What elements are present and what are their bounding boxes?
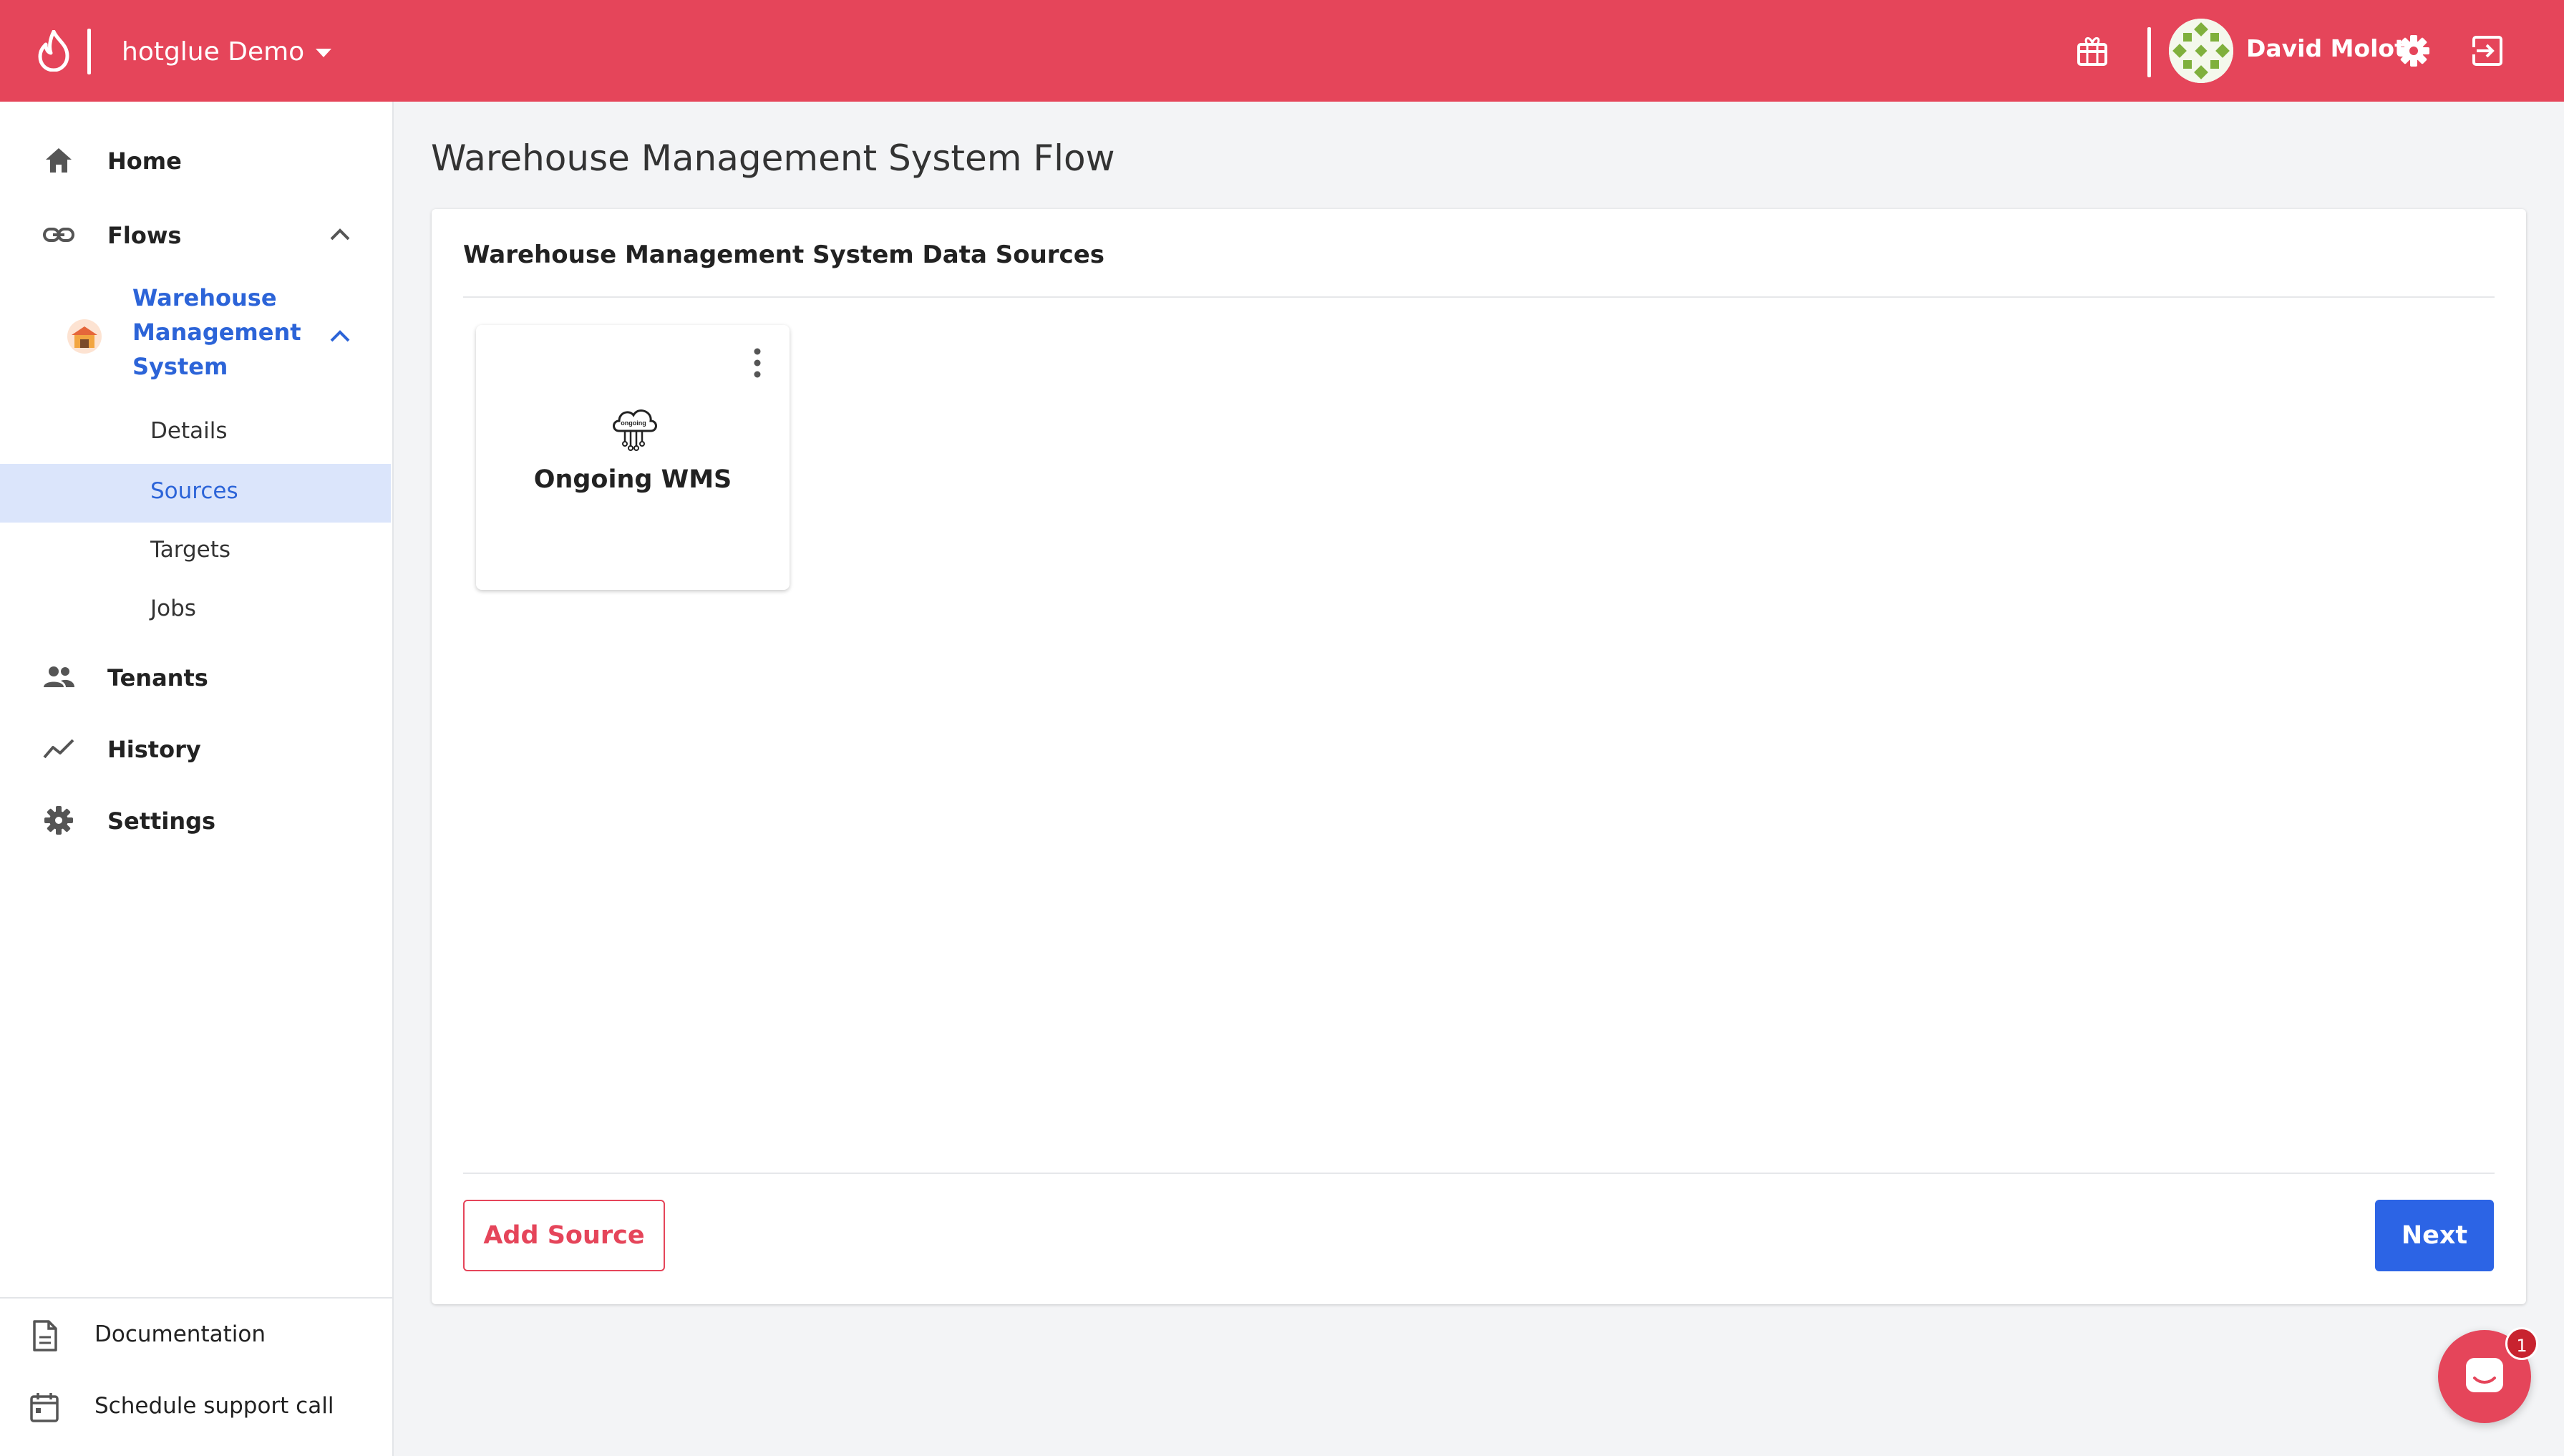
trend-line-icon <box>43 739 74 759</box>
schedule-support-call-link[interactable]: Schedule support call <box>0 1379 392 1436</box>
sidebar-divider <box>0 1297 392 1299</box>
sidebar-subitem-details[interactable]: Details <box>0 404 391 462</box>
card-divider-bottom <box>463 1173 2495 1174</box>
flow-label-line: Warehouse <box>132 284 277 311</box>
subitem-label: Sources <box>150 478 238 504</box>
sidebar-item-home[interactable]: Home <box>0 132 392 189</box>
card-divider-top <box>463 296 2495 298</box>
sidebar-subitem-jobs[interactable]: Jobs <box>0 581 391 640</box>
chat-notification-badge: 1 <box>2505 1327 2538 1360</box>
sidebar-item-label: Tenants <box>107 664 208 691</box>
home-icon <box>46 148 72 173</box>
documentation-link[interactable]: Documentation <box>0 1307 392 1364</box>
gift-icon[interactable] <box>2073 31 2112 70</box>
sidebar-subitem-targets[interactable]: Targets <box>0 523 391 581</box>
support-call-label: Schedule support call <box>94 1393 334 1419</box>
subitem-label: Targets <box>150 537 231 563</box>
flow-label-line: System <box>132 353 228 380</box>
source-tile[interactable]: ongoing Ongoing WMS <box>476 325 790 590</box>
chat-icon <box>2466 1358 2503 1392</box>
user-name[interactable]: David Molot <box>2246 34 2406 62</box>
source-logo-text: ongoing <box>621 419 646 427</box>
sidebar: Home Flows Warehouse Management System D <box>0 102 394 1456</box>
cloud-connector-icon: ongoing <box>613 409 657 451</box>
add-source-button[interactable]: Add Source <box>463 1200 665 1271</box>
source-tile-label: Ongoing WMS <box>533 465 732 494</box>
next-button[interactable]: Next <box>2375 1200 2494 1271</box>
org-switcher[interactable]: hotglue Demo <box>122 30 332 73</box>
sidebar-item-label: Home <box>107 147 182 175</box>
data-sources-card: Warehouse Management System Data Sources… <box>432 209 2526 1304</box>
warehouse-icon <box>67 319 102 354</box>
org-name: hotglue Demo <box>122 37 305 67</box>
sidebar-item-flows[interactable]: Flows <box>0 206 392 263</box>
chevron-down-icon <box>316 49 332 57</box>
subitem-label: Jobs <box>150 596 196 621</box>
calendar-icon <box>30 1393 59 1422</box>
sidebar-item-label: Settings <box>107 807 216 835</box>
brand-separator <box>87 29 91 74</box>
avatar[interactable] <box>2169 19 2233 83</box>
sidebar-flow-label: Warehouse Management System <box>132 281 301 384</box>
people-icon <box>44 666 74 687</box>
top-bar: hotglue Demo David Molot <box>0 0 2564 102</box>
sidebar-item-tenants[interactable]: Tenants <box>0 649 392 706</box>
card-title: Warehouse Management System Data Sources <box>463 241 1105 269</box>
flow-label-line: Management <box>132 319 301 346</box>
avatar-pattern-icon <box>2169 19 2233 83</box>
page-title: Warehouse Management System Flow <box>431 137 1115 179</box>
subitem-label: Details <box>150 418 228 444</box>
sidebar-item-label: Flows <box>107 222 182 249</box>
sidebar-item-history[interactable]: History <box>0 720 392 777</box>
link-icon <box>43 228 74 242</box>
sidebar-item-warehouse-management-system[interactable]: Warehouse Management System <box>0 281 392 395</box>
sidebar-item-settings[interactable]: Settings <box>0 792 392 849</box>
gear-icon[interactable] <box>2394 31 2433 70</box>
more-vertical-icon[interactable] <box>748 345 767 381</box>
chevron-up-icon[interactable] <box>326 220 354 249</box>
header-separator <box>2147 27 2151 77</box>
chevron-up-icon[interactable] <box>326 322 354 351</box>
sidebar-subitem-sources[interactable]: Sources <box>0 464 391 523</box>
document-icon <box>33 1320 57 1351</box>
sidebar-item-label: History <box>107 736 201 763</box>
logout-icon[interactable] <box>2468 31 2507 70</box>
gear-icon <box>44 806 73 835</box>
flame-logo-icon[interactable] <box>36 30 72 72</box>
documentation-label: Documentation <box>94 1321 266 1347</box>
